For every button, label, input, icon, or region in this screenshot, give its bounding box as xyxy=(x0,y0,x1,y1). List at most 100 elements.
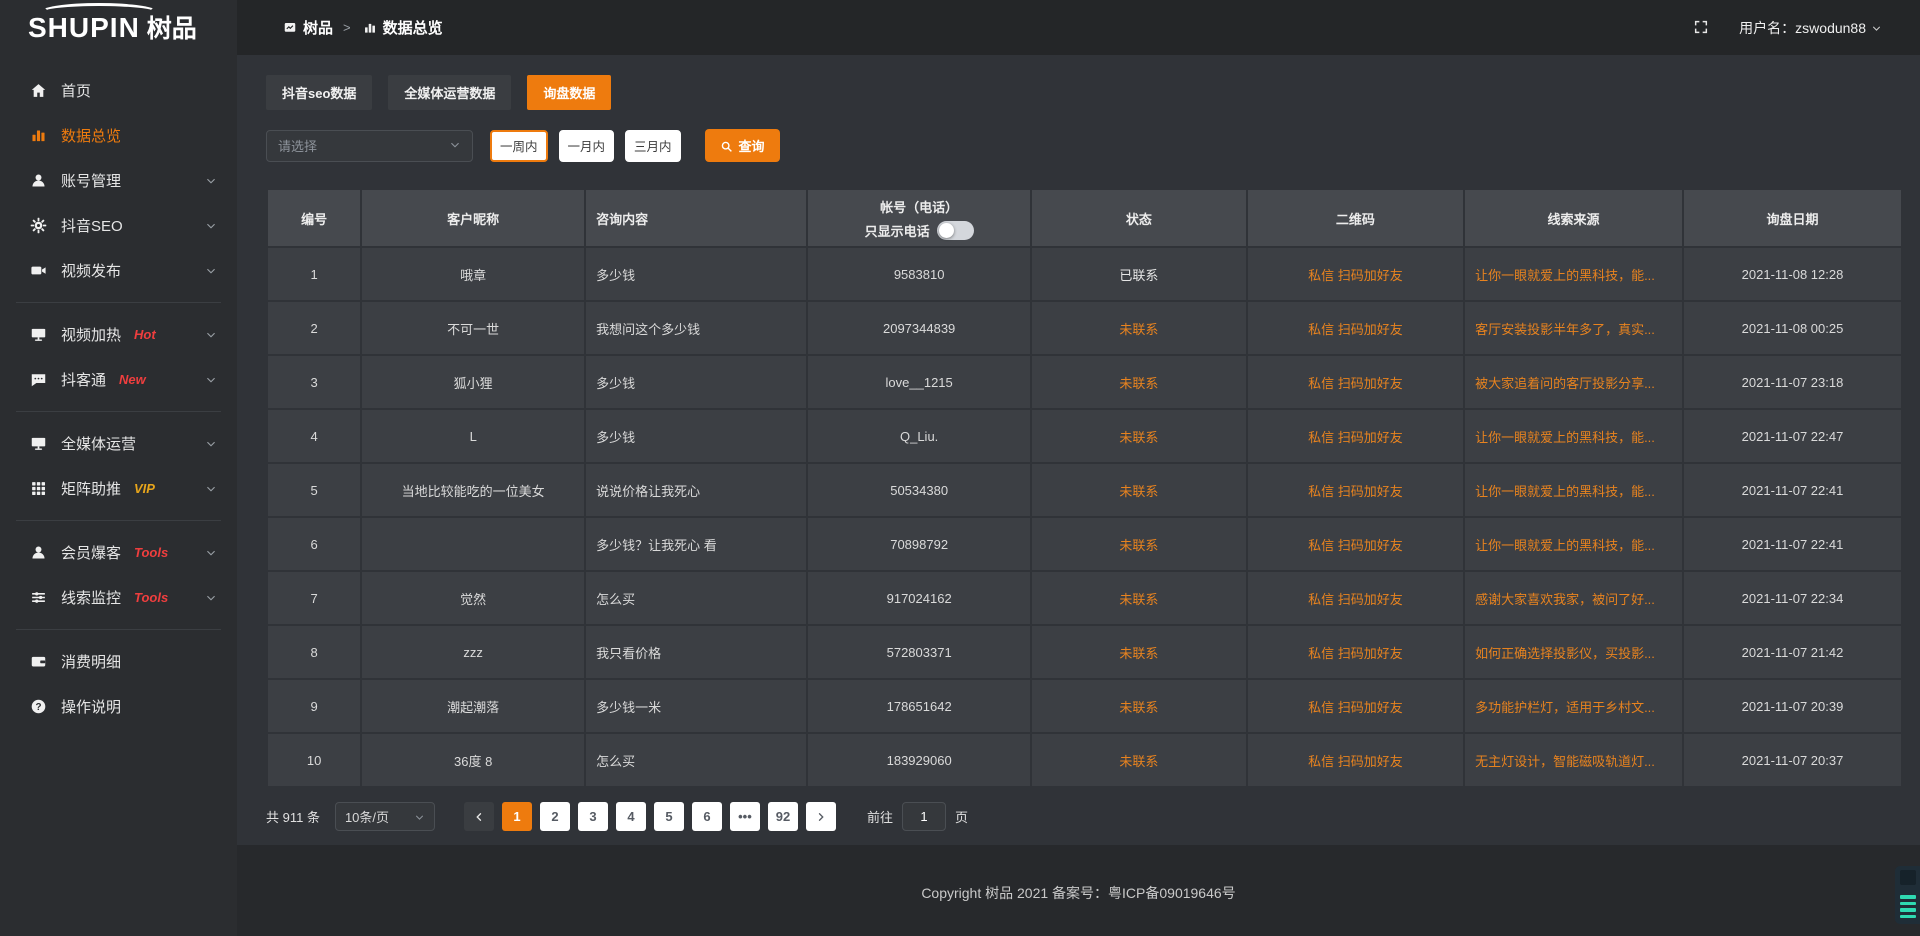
sidebar-item-label: 消费明细 xyxy=(61,651,121,672)
inquiry-content: 说说价格让我死心 xyxy=(586,464,806,516)
contact-status: 未联系 xyxy=(1032,626,1246,678)
column-header-客户昵称: 客户昵称 xyxy=(362,190,584,246)
fullscreen-icon[interactable] xyxy=(1693,19,1709,37)
pagination-ellipsis[interactable]: ••• xyxy=(730,802,760,831)
username-value: zswodun88 xyxy=(1795,20,1866,36)
copyright-text: Copyright 树品 2021 备案号：粤ICP备09019646号 xyxy=(921,883,1235,936)
lead-source-link[interactable]: 如何正确选择投影仪，买投影... xyxy=(1465,626,1682,678)
table-body: 1哦章多少钱9583810已联系私信 扫码加好友让你一眼就爱上的黑科技，能...… xyxy=(268,248,1901,786)
row-number: 6 xyxy=(268,518,360,570)
account-phone: Q_Liu. xyxy=(808,410,1030,462)
sidebar-divider xyxy=(16,411,221,412)
qr-action-link[interactable]: 私信 扫码加好友 xyxy=(1248,518,1463,570)
brand-logo[interactable]: SHUPIN 树品 xyxy=(0,0,237,58)
qr-action-link[interactable]: 私信 扫码加好友 xyxy=(1248,356,1463,408)
tab-抖音seo数据[interactable]: 抖音seo数据 xyxy=(266,75,372,110)
contact-status: 未联系 xyxy=(1032,356,1246,408)
inquiry-content: 我只看价格 xyxy=(586,626,806,678)
pagination-page-4[interactable]: 4 xyxy=(616,802,646,831)
breadcrumb-app[interactable]: 树品 xyxy=(303,17,333,38)
sidebar-item-视频发布[interactable]: 视频发布 xyxy=(0,248,237,293)
wallet-icon xyxy=(30,653,47,670)
table-header-row: 编号客户昵称咨询内容帐号（电话）只显示电话状态二维码线索来源询盘日期 xyxy=(268,190,1901,246)
breadcrumb-app-icon xyxy=(283,19,303,36)
lead-source-link[interactable]: 让你一眼就爱上的黑科技，能... xyxy=(1465,248,1682,300)
pagination-page-5[interactable]: 5 xyxy=(654,802,684,831)
qr-action-link[interactable]: 私信 扫码加好友 xyxy=(1248,626,1463,678)
qr-action-link[interactable]: 私信 扫码加好友 xyxy=(1248,302,1463,354)
sidebar-item-消费明细[interactable]: 消费明细 xyxy=(0,639,237,684)
pagination-page-3[interactable]: 3 xyxy=(578,802,608,831)
customer-nickname: L xyxy=(362,410,584,462)
floating-widget-stripe xyxy=(1900,915,1916,919)
chevron-down-icon xyxy=(1871,23,1882,34)
pagination-next-button[interactable] xyxy=(806,802,836,831)
sidebar-item-账号管理[interactable]: 账号管理 xyxy=(0,158,237,203)
tab-询盘数据[interactable]: 询盘数据 xyxy=(527,75,611,110)
table-row: 3狐小狸多少钱love__1215未联系私信 扫码加好友被大家追着问的客厅投影分… xyxy=(268,356,1901,408)
period-button-三月内[interactable]: 三月内 xyxy=(625,130,681,162)
sidebar-item-全媒体运营[interactable]: 全媒体运营 xyxy=(0,421,237,466)
period-button-一月内[interactable]: 一月内 xyxy=(559,130,615,162)
user-menu[interactable]: 用户名： zswodun88 xyxy=(1739,18,1882,38)
sidebar-item-首页[interactable]: 首页 xyxy=(0,68,237,113)
grid-icon xyxy=(30,480,47,497)
floating-widget[interactable] xyxy=(1895,866,1920,924)
pagination-prev-button[interactable] xyxy=(464,802,494,831)
logo-arc-decoration xyxy=(40,3,158,21)
lead-source-link[interactable]: 客厅安装投影半年多了，真实... xyxy=(1465,302,1682,354)
lead-source-link[interactable]: 感谢大家喜欢我家，被问了好... xyxy=(1465,572,1682,624)
qr-action-link[interactable]: 私信 扫码加好友 xyxy=(1248,248,1463,300)
lead-source-link[interactable]: 让你一眼就爱上的黑科技，能... xyxy=(1465,410,1682,462)
sidebar-item-会员爆客[interactable]: 会员爆客Tools xyxy=(0,530,237,575)
customer-nickname: 觉然 xyxy=(362,572,584,624)
page-size-select[interactable]: 10条/页 xyxy=(335,802,435,831)
customer-nickname: zzz xyxy=(362,626,584,678)
lead-source-link[interactable]: 多功能护栏灯，适用于乡村文... xyxy=(1465,680,1682,732)
sidebar-item-矩阵助推[interactable]: 矩阵助推VIP xyxy=(0,466,237,511)
pagination-page-1[interactable]: 1 xyxy=(502,802,532,831)
sidebar-item-视频加热[interactable]: 视频加热Hot xyxy=(0,312,237,357)
page-jump-input[interactable]: 1 xyxy=(902,802,946,831)
tab-全媒体运营数据[interactable]: 全媒体运营数据 xyxy=(388,75,511,110)
sidebar-item-数据总览[interactable]: 数据总览 xyxy=(0,113,237,158)
contact-status: 未联系 xyxy=(1032,302,1246,354)
period-button-一周内[interactable]: 一周内 xyxy=(490,130,548,162)
sidebar-item-抖客通[interactable]: 抖客通New xyxy=(0,357,237,402)
table-row: 1哦章多少钱9583810已联系私信 扫码加好友让你一眼就爱上的黑科技，能...… xyxy=(268,248,1901,300)
breadcrumb-page[interactable]: 数据总览 xyxy=(383,17,443,38)
qr-action-link[interactable]: 私信 扫码加好友 xyxy=(1248,572,1463,624)
chevron-down-icon xyxy=(205,438,217,450)
sidebar-item-抖音SEO[interactable]: 抖音SEO xyxy=(0,203,237,248)
qr-action-link[interactable]: 私信 扫码加好友 xyxy=(1248,680,1463,732)
pagination-page-92[interactable]: 92 xyxy=(768,802,798,831)
query-button[interactable]: 查询 xyxy=(705,129,780,162)
chevron-down-icon xyxy=(414,809,425,824)
inquiry-content: 多少钱 xyxy=(586,248,806,300)
lead-source-link[interactable]: 让你一眼就爱上的黑科技，能... xyxy=(1465,518,1682,570)
chevron-down-icon xyxy=(205,265,217,277)
chevron-right-icon xyxy=(815,809,827,824)
floating-widget-stripe xyxy=(1900,908,1916,912)
sidebar-item-线索监控[interactable]: 线索监控Tools xyxy=(0,575,237,620)
inquiry-date: 2021-11-07 22:34 xyxy=(1684,572,1901,624)
sidebar-item-操作说明[interactable]: ?操作说明 xyxy=(0,684,237,729)
qr-action-link[interactable]: 私信 扫码加好友 xyxy=(1248,464,1463,516)
filter-select[interactable]: 请选择 xyxy=(266,130,473,162)
phone-only-toggle[interactable] xyxy=(937,221,974,240)
sidebar-item-label: 首页 xyxy=(61,80,91,101)
breadcrumb-separator: > xyxy=(343,20,351,35)
chat-icon xyxy=(30,371,47,388)
qr-action-link[interactable]: 私信 扫码加好友 xyxy=(1248,410,1463,462)
page-size-value: 10条/页 xyxy=(345,807,389,826)
lead-source-link[interactable]: 被大家追着问的客厅投影分享... xyxy=(1465,356,1682,408)
qr-action-link[interactable]: 私信 扫码加好友 xyxy=(1248,734,1463,786)
pagination-page-6[interactable]: 6 xyxy=(692,802,722,831)
contact-status: 未联系 xyxy=(1032,518,1246,570)
account-phone: 572803371 xyxy=(808,626,1030,678)
row-number: 1 xyxy=(268,248,360,300)
pagination-page-2[interactable]: 2 xyxy=(540,802,570,831)
heat-icon xyxy=(30,326,47,343)
lead-source-link[interactable]: 让你一眼就爱上的黑科技，能... xyxy=(1465,464,1682,516)
lead-source-link[interactable]: 无主灯设计，智能磁吸轨道灯... xyxy=(1465,734,1682,786)
